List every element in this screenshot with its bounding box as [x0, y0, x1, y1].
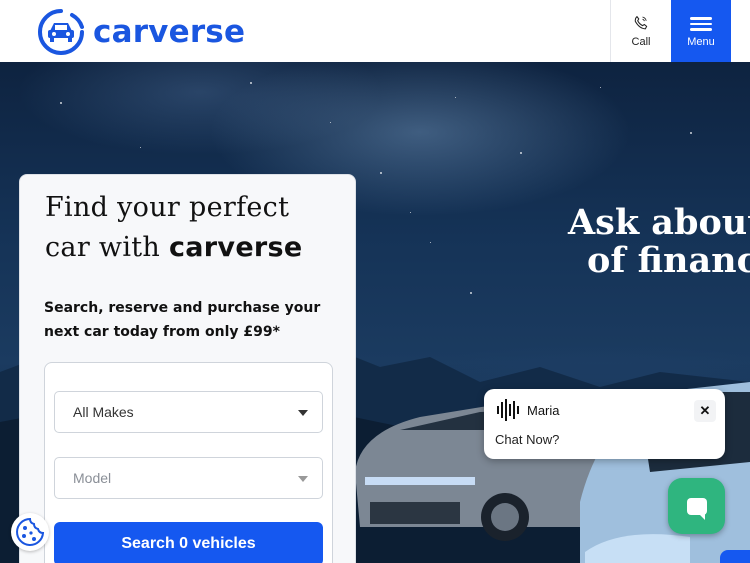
title-line2-prefix: car with — [45, 232, 169, 263]
star — [600, 87, 601, 88]
chat-agent-name: Maria — [527, 403, 560, 418]
page: Ask about of finance ca carverse — [0, 0, 750, 563]
brand-name: carverse — [93, 14, 246, 50]
star — [60, 102, 62, 104]
caret-down-icon — [298, 476, 308, 482]
star — [250, 82, 252, 84]
search-vehicles-button[interactable]: Search 0 vehicles — [54, 522, 323, 563]
star — [520, 152, 522, 154]
chat-message: Chat Now? — [495, 432, 560, 447]
hero-headline-line2: of finance — [587, 240, 750, 281]
cookie-icon — [16, 517, 45, 546]
close-icon[interactable]: ✕ — [694, 400, 716, 422]
menu-button[interactable]: Menu — [671, 0, 731, 62]
hero-headline-line1: Ask about — [568, 202, 750, 243]
search-card-subtitle: Search, reserve and purchase your next c… — [44, 300, 321, 340]
phone-icon — [634, 15, 648, 30]
menu-label: Menu — [687, 35, 715, 48]
call-label: Call — [631, 36, 651, 48]
make-select[interactable]: All Makes — [54, 391, 323, 433]
brand-logo[interactable]: carverse — [36, 7, 245, 57]
search-card-title: Find your perfect car with carverse — [45, 188, 303, 268]
star — [380, 172, 382, 174]
model-select[interactable]: Model — [54, 457, 323, 499]
search-form: All Makes Model Search 0 vehicles — [44, 362, 333, 563]
star — [330, 122, 331, 123]
call-button[interactable]: Call — [610, 0, 671, 62]
chat-bubble-icon — [686, 497, 707, 520]
voice-wave-icon — [497, 399, 519, 421]
caret-down-icon — [298, 410, 308, 416]
star — [410, 212, 411, 213]
title-line1: Find your perfect — [45, 192, 290, 223]
star — [470, 292, 472, 294]
title-brand: carverse — [168, 232, 303, 263]
finance-cta-button[interactable]: ca — [720, 550, 750, 563]
open-chat-button[interactable] — [668, 478, 725, 534]
star — [430, 242, 431, 243]
search-card: Find your perfect car with carverse Sear… — [19, 174, 356, 563]
make-select-value: All Makes — [73, 404, 134, 420]
menu-icon — [690, 14, 712, 34]
star — [690, 132, 692, 134]
cookie-settings-button[interactable] — [11, 513, 49, 551]
star — [455, 97, 456, 98]
model-select-value: Model — [73, 470, 112, 486]
star — [140, 147, 141, 148]
carverse-logo-icon — [38, 9, 84, 55]
site-header: carverse Call Menu — [0, 0, 750, 62]
chat-popup[interactable]: Maria Chat Now? ✕ — [484, 389, 725, 459]
